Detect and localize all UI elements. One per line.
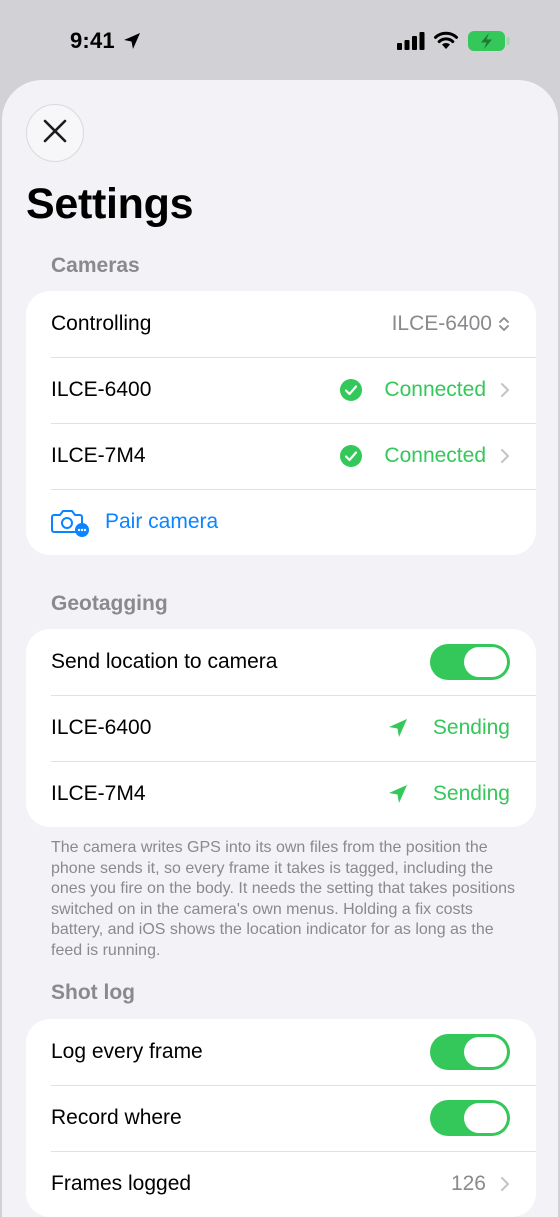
geotag-status: Sending: [432, 782, 510, 805]
frames-logged-value: 126: [450, 1172, 486, 1195]
settings-sheet: Settings Cameras Controlling ILCE-6400 I…: [2, 80, 558, 1217]
record-where-row: Record where: [26, 1085, 536, 1151]
camera-row[interactable]: ILCE-6400 Connected: [26, 357, 536, 423]
log-every-frame-label: Log every frame: [51, 1040, 203, 1063]
chevron-right-icon: [500, 382, 510, 398]
location-arrow-icon: [387, 717, 409, 739]
pair-camera-row[interactable]: Pair camera: [26, 489, 536, 555]
send-location-row: Send location to camera: [26, 629, 536, 695]
section-header-geotagging: Geotagging: [51, 592, 168, 615]
status-bar: 9:41: [0, 0, 560, 80]
log-every-frame-row: Log every frame: [26, 1019, 536, 1085]
shot-log-card: Log every frame Record where Frames logg…: [26, 1019, 536, 1217]
camera-add-icon: [51, 507, 89, 537]
section-header-cameras: Cameras: [51, 254, 140, 277]
camera-row[interactable]: ILCE-7M4 Connected: [26, 423, 536, 489]
controlling-row[interactable]: Controlling ILCE-6400: [26, 291, 536, 357]
toggle-knob: [464, 1103, 507, 1133]
controlling-picker[interactable]: ILCE-6400: [392, 312, 510, 336]
page-title: Settings: [26, 180, 194, 228]
frames-logged-row[interactable]: Frames logged 126: [26, 1151, 536, 1217]
record-where-label: Record where: [51, 1106, 182, 1129]
record-where-toggle[interactable]: [430, 1100, 510, 1136]
cellular-signal-icon: [397, 32, 425, 55]
geotag-device-name: ILCE-6400: [51, 716, 152, 739]
controlling-value: ILCE-6400: [391, 312, 492, 335]
wifi-icon: [433, 30, 459, 55]
close-button[interactable]: [26, 104, 84, 162]
camera-status: Connected: [384, 378, 486, 401]
battery-charging-icon: [467, 30, 511, 57]
toggle-knob: [464, 1037, 507, 1067]
pair-camera-label: Pair camera: [105, 510, 219, 533]
status-time: 9:41: [70, 28, 115, 53]
geotag-device-row: ILCE-6400 Sending: [26, 695, 536, 761]
cameras-card: Controlling ILCE-6400 ILCE-6400 Connecte…: [26, 291, 536, 555]
geotagging-card: Send location to camera ILCE-6400 Sendin…: [26, 629, 536, 827]
chevron-right-icon: [500, 1176, 510, 1192]
log-every-frame-toggle[interactable]: [430, 1034, 510, 1070]
geotag-device-row: ILCE-7M4 Sending: [26, 761, 536, 827]
location-arrow-icon: [387, 783, 409, 805]
camera-name: ILCE-7M4: [51, 444, 146, 467]
toggle-knob: [464, 647, 507, 677]
chevron-right-icon: [500, 448, 510, 464]
geotag-status: Sending: [432, 716, 510, 739]
send-location-label: Send location to camera: [51, 650, 278, 673]
location-arrow-icon: [122, 31, 142, 56]
controlling-label: Controlling: [51, 312, 152, 335]
close-icon: [43, 119, 67, 148]
camera-status: Connected: [384, 444, 486, 467]
geotagging-footnote: The camera writes GPS into its own files…: [51, 839, 515, 959]
frames-logged-label: Frames logged: [51, 1172, 192, 1195]
geotag-device-name: ILCE-7M4: [51, 782, 146, 805]
section-header-shot-log: Shot log: [51, 981, 135, 1004]
send-location-toggle[interactable]: [430, 644, 510, 680]
camera-name: ILCE-6400: [51, 378, 152, 401]
chevron-up-down-icon: [498, 315, 510, 333]
checkmark-circle-icon: [340, 379, 363, 401]
checkmark-circle-icon: [340, 445, 363, 467]
